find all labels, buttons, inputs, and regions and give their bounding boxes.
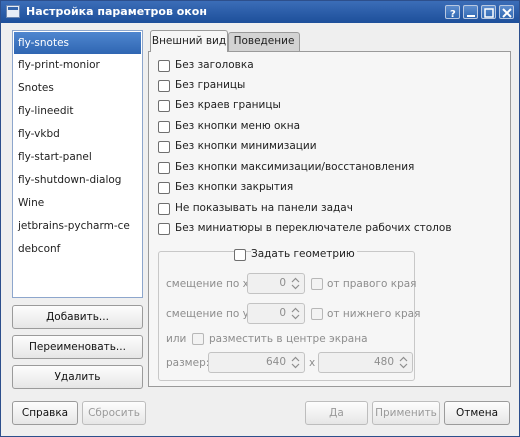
no-border-label: Без границы: [175, 79, 246, 91]
no-thumbnail-label: Без миниатюры в переключателе рабочих ст…: [175, 222, 452, 234]
list-item[interactable]: fly-vkbd: [14, 123, 141, 145]
or-label: или: [166, 333, 187, 345]
no-maximize-button-checkbox[interactable]: [158, 162, 170, 174]
center-screen-label: разместить в центре экрана: [209, 333, 368, 345]
window-title: Настройка параметров окон: [26, 5, 207, 18]
from-bottom-checkbox[interactable]: [311, 308, 323, 320]
list-item[interactable]: Wine: [14, 192, 141, 214]
set-geometry-checkbox[interactable]: [234, 249, 246, 261]
offset-x-value: 0: [279, 277, 286, 289]
no-thumbnail-checkbox[interactable]: [158, 223, 170, 235]
list-item[interactable]: Snotes: [14, 77, 141, 99]
cancel-button[interactable]: Отмена: [444, 401, 510, 425]
svg-text:?: ?: [450, 9, 456, 18]
help-icon[interactable]: ?: [445, 5, 460, 19]
spin-arrows-icon[interactable]: [290, 276, 301, 291]
settings-tabs: Внешний вид Поведение Без заголовка Без …: [148, 30, 511, 387]
list-item[interactable]: jetbrains-pycharm-ce: [14, 215, 141, 237]
list-item[interactable]: fly-start-panel: [14, 146, 141, 168]
set-geometry-label: Задать геометрию: [251, 248, 357, 260]
ok-button[interactable]: Да: [305, 401, 368, 425]
add-button[interactable]: Добавить...: [12, 305, 143, 329]
list-item[interactable]: fly-lineedit: [14, 100, 141, 122]
list-item[interactable]: fly-shutdown-dialog: [14, 169, 141, 191]
offset-y-label: смещение по y:: [166, 308, 252, 320]
no-border-edges-checkbox[interactable]: [158, 100, 170, 112]
no-close-button-checkbox[interactable]: [158, 182, 170, 194]
no-title-checkbox[interactable]: [158, 60, 170, 72]
no-border-checkbox[interactable]: [158, 80, 170, 92]
spin-arrows-icon[interactable]: [290, 355, 301, 370]
apply-button[interactable]: Применить: [372, 401, 440, 425]
geometry-group: Задать геометрию смещение по x: 0 от пра…: [158, 248, 420, 381]
hide-from-taskbar-label: Не показывать на панели задач: [175, 202, 353, 214]
settings-window: Настройка параметров окон ? fly-snotes f…: [0, 0, 520, 437]
hide-from-taskbar-checkbox[interactable]: [158, 203, 170, 215]
from-right-label: от правого края: [327, 278, 417, 290]
title-bar[interactable]: Настройка параметров окон ?: [1, 1, 519, 23]
maximize-icon[interactable]: [481, 5, 496, 19]
list-item[interactable]: fly-snotes: [14, 32, 141, 54]
delete-button[interactable]: Удалить: [12, 365, 143, 389]
height-value: 480: [373, 356, 394, 368]
close-icon[interactable]: [499, 5, 514, 19]
offset-y-spinbox[interactable]: 0: [247, 303, 305, 324]
tab-behavior[interactable]: Поведение: [228, 32, 300, 51]
no-close-button-label: Без кнопки закрытия: [175, 181, 294, 193]
window-class-list[interactable]: fly-snotes fly-print-monior Snotes fly-l…: [12, 30, 143, 298]
offset-y-value: 0: [279, 307, 286, 319]
no-menu-button-checkbox[interactable]: [158, 121, 170, 133]
minimize-icon[interactable]: [463, 5, 478, 19]
from-right-checkbox[interactable]: [311, 278, 323, 290]
offset-x-spinbox[interactable]: 0: [247, 273, 305, 294]
app-window-icon: [6, 5, 20, 18]
times-label: x: [309, 357, 316, 369]
reset-button[interactable]: Сбросить: [82, 401, 146, 425]
size-label: размер:: [166, 357, 210, 369]
offset-x-label: смещение по x:: [166, 278, 253, 290]
spin-arrows-icon[interactable]: [290, 306, 301, 321]
no-minimize-button-label: Без кнопки минимизации: [175, 140, 317, 152]
no-title-label: Без заголовка: [175, 59, 254, 71]
list-item[interactable]: fly-print-monior: [14, 54, 141, 76]
width-spinbox[interactable]: 640: [208, 352, 305, 373]
no-minimize-button-checkbox[interactable]: [158, 141, 170, 153]
no-border-edges-label: Без краев границы: [175, 99, 281, 111]
height-spinbox[interactable]: 480: [318, 352, 413, 373]
rename-button[interactable]: Переименовать...: [12, 335, 143, 359]
center-screen-checkbox[interactable]: [192, 333, 204, 345]
no-menu-button-label: Без кнопки меню окна: [175, 120, 301, 132]
appearance-panel: Без заголовка Без границы Без краев гран…: [148, 51, 511, 387]
list-item[interactable]: debconf: [14, 238, 141, 260]
no-maximize-button-label: Без кнопки максимизации/восстановления: [175, 161, 415, 173]
tab-appearance[interactable]: Внешний вид: [150, 30, 228, 52]
help-button[interactable]: Справка: [12, 401, 78, 425]
spin-arrows-icon[interactable]: [398, 355, 409, 370]
from-bottom-label: от нижнего края: [327, 308, 421, 320]
width-value: 640: [265, 356, 286, 368]
